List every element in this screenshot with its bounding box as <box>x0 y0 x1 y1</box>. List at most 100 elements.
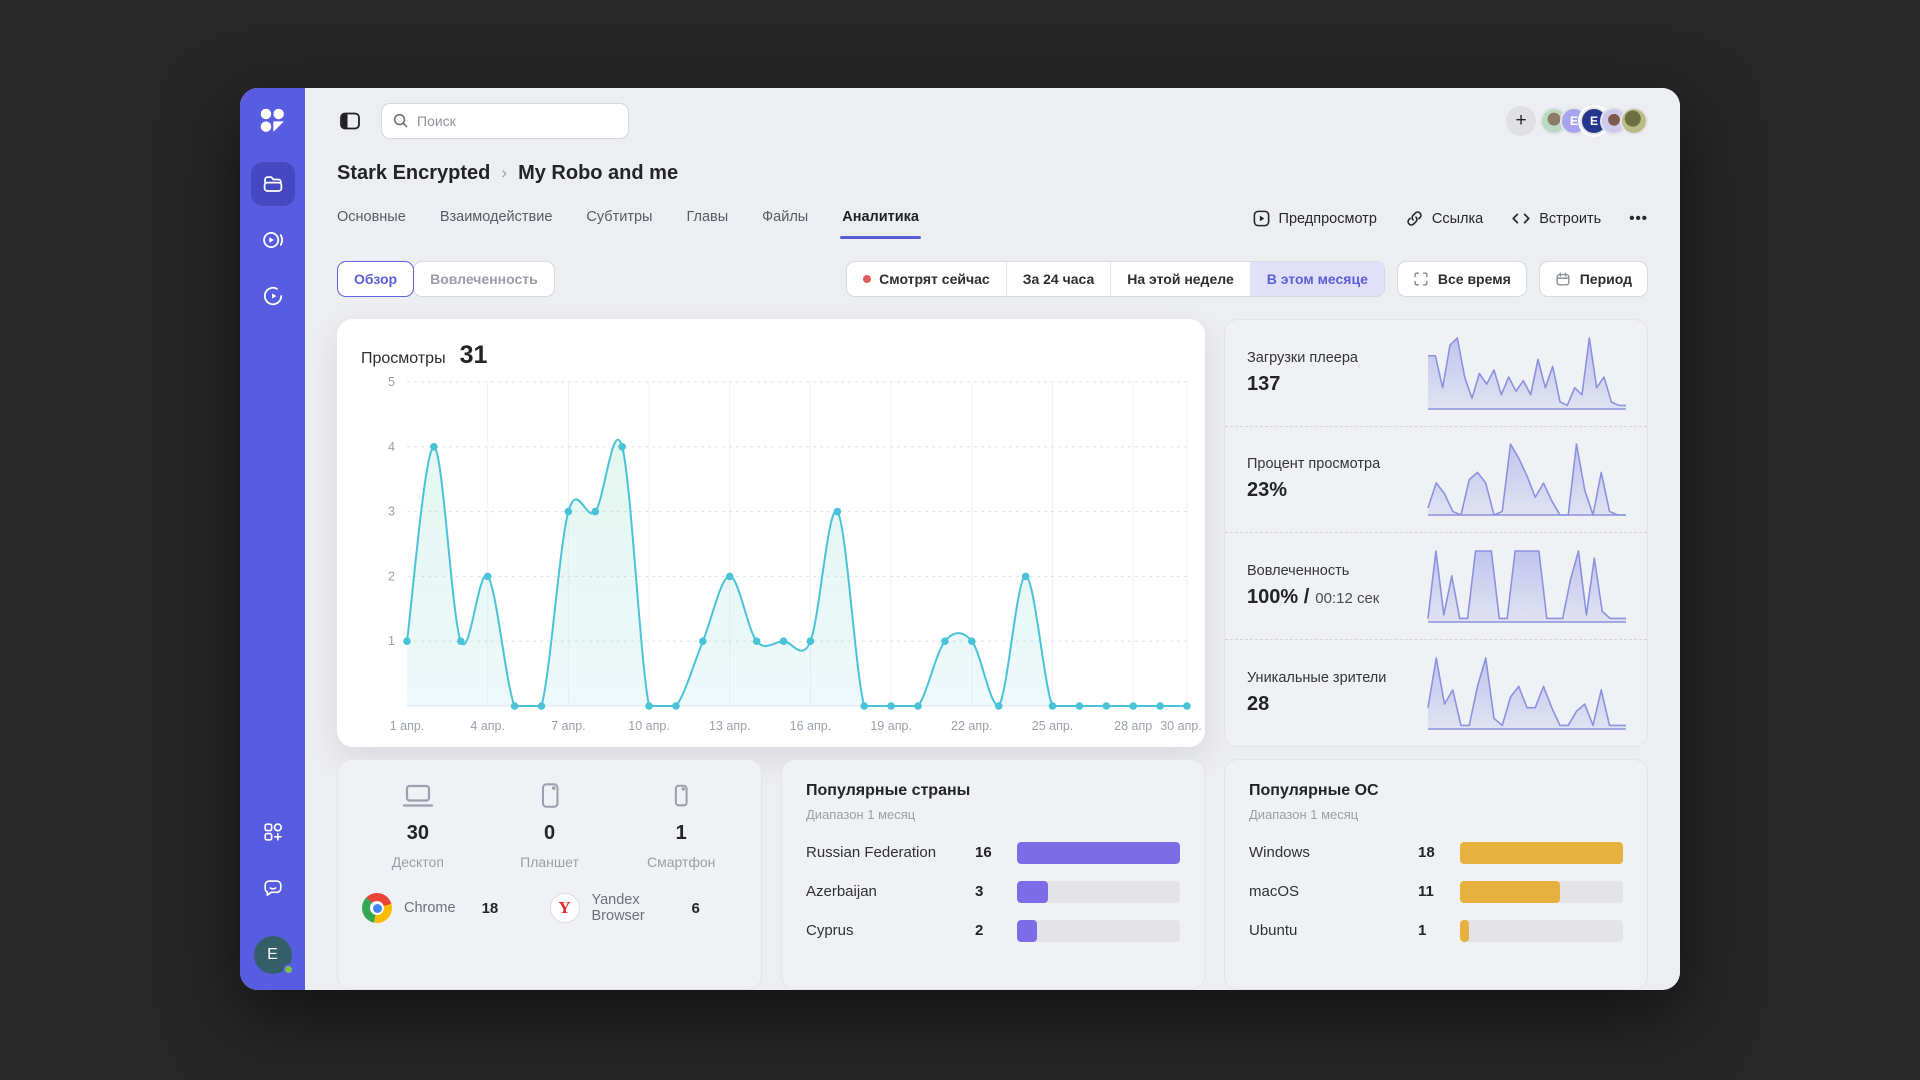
stat-value: 100% / <box>1247 586 1309 609</box>
time-range-segmented: Смотрят сейчас За 24 часа На этой неделе… <box>846 261 1385 297</box>
svg-text:22 апр.: 22 апр. <box>951 719 993 733</box>
analytics-bottom-row: 30 Десктоп 0 Планшет 1 <box>305 759 1680 990</box>
link-button[interactable]: Ссылка <box>1405 209 1483 228</box>
breadcrumb-separator: › <box>490 163 518 183</box>
country-name: Cyprus <box>806 922 975 939</box>
os-name: Ubuntu <box>1249 922 1418 939</box>
app-window: E + E E <box>240 88 1680 990</box>
country-name: Russian Federation <box>806 844 975 861</box>
svg-text:13 апр.: 13 апр. <box>709 719 751 733</box>
stat-value: 28 <box>1247 693 1269 716</box>
analytics-main-row: Просмотры 31 123451 апр.4 апр.7 апр.10 а… <box>305 319 1680 747</box>
svg-text:4 апр.: 4 апр. <box>470 719 505 733</box>
sidebar-item-live[interactable] <box>251 218 295 262</box>
os-row: macOS 11 <box>1249 881 1623 903</box>
device-tablet: 0 Планшет <box>484 782 616 870</box>
svg-text:16 апр.: 16 апр. <box>790 719 832 733</box>
tab-analytics[interactable]: Аналитика <box>842 209 919 239</box>
tab-files[interactable]: Файлы <box>762 209 808 239</box>
country-value: 3 <box>975 883 1009 900</box>
panel-title: Популярные страны <box>806 782 1180 800</box>
country-bar-track <box>1017 881 1180 903</box>
os-bar <box>1460 881 1560 903</box>
user-avatar[interactable]: E <box>254 936 292 974</box>
engagement-sparkline <box>1427 548 1627 624</box>
tab-main[interactable]: Основные <box>337 209 406 239</box>
filter-month[interactable]: В этом месяце <box>1250 262 1384 296</box>
breadcrumb: Stark Encrypted › My Robo and me <box>305 162 1680 185</box>
country-row: Russian Federation 16 <box>806 842 1180 864</box>
popular-countries-panel: Популярные страны Диапазон 1 месяц Russi… <box>781 759 1205 990</box>
embed-button[interactable]: Встроить <box>1511 210 1601 227</box>
svg-text:4: 4 <box>388 440 395 454</box>
sidebar-item-catalog[interactable] <box>251 274 295 318</box>
chrome-icon <box>362 893 392 923</box>
svg-text:1: 1 <box>388 634 395 648</box>
tablet-icon <box>536 782 564 810</box>
more-actions-button[interactable]: ••• <box>1629 210 1648 227</box>
stat-watch-percent[interactable]: Процент просмотра 23% <box>1225 426 1647 533</box>
country-value: 16 <box>975 844 1009 861</box>
device-count: 1 <box>676 822 687 845</box>
engagement-toggle-button[interactable]: Вовлеченность <box>413 261 555 297</box>
device-label: Смартфон <box>647 854 715 870</box>
browsers-row: Chrome 18 Y Yandex Browser 6 <box>352 892 747 925</box>
avatar[interactable] <box>1620 107 1648 135</box>
topbar: + E E <box>305 88 1680 154</box>
add-member-button[interactable]: + <box>1506 106 1536 136</box>
tab-interaction[interactable]: Взаимодействие <box>440 209 553 239</box>
tab-subtitles[interactable]: Субтитры <box>586 209 652 239</box>
play-circle-icon <box>259 282 287 310</box>
kinescope-logo-icon[interactable] <box>256 104 290 138</box>
country-value: 2 <box>975 922 1009 939</box>
online-status-dot <box>283 964 294 975</box>
sidebar-item-support[interactable] <box>251 866 295 910</box>
filters-row: Обзор Вовлеченность Смотрят сейчас За 24… <box>305 261 1680 297</box>
os-name: Windows <box>1249 844 1418 861</box>
preview-button[interactable]: Предпросмотр <box>1252 209 1377 228</box>
filter-week[interactable]: На этой неделе <box>1110 262 1249 296</box>
filter-24h[interactable]: За 24 часа <box>1006 262 1111 296</box>
period-button[interactable]: Период <box>1539 261 1648 297</box>
overview-toggle-button[interactable]: Обзор <box>337 261 414 297</box>
os-bar <box>1460 842 1623 864</box>
svg-text:1 апр.: 1 апр. <box>390 719 425 733</box>
views-area-chart[interactable]: 123451 апр.4 апр.7 апр.10 апр.13 апр.16 … <box>361 370 1203 742</box>
device-count: 30 <box>407 822 429 845</box>
browser-chrome: Chrome 18 <box>362 892 550 925</box>
yandex-browser-icon: Y <box>550 893 580 923</box>
smartphone-icon <box>667 782 695 810</box>
search-icon <box>392 112 409 129</box>
user-avatar-initial: E <box>267 946 278 964</box>
stat-unique-viewers[interactable]: Уникальные зрители 28 <box>1225 639 1647 746</box>
stat-engagement[interactable]: Вовлеченность 100% / 00:12 сек <box>1225 532 1647 639</box>
sidebar: E <box>240 88 305 990</box>
watch-percent-sparkline <box>1427 441 1627 517</box>
panel-subtitle: Диапазон 1 месяц <box>1249 807 1623 822</box>
os-row: Windows 18 <box>1249 842 1623 864</box>
svg-text:28 апр: 28 апр <box>1114 719 1152 733</box>
laptop-icon <box>402 782 434 810</box>
search-input[interactable] <box>417 113 618 129</box>
devices-panel: 30 Десктоп 0 Планшет 1 <box>337 759 762 990</box>
link-icon <box>1405 209 1424 228</box>
time-range-filters: Смотрят сейчас За 24 часа На этой неделе… <box>846 261 1648 297</box>
filter-live[interactable]: Смотрят сейчас <box>847 262 1006 296</box>
view-toggle: Обзор Вовлеченность <box>337 261 555 297</box>
stat-player-loads[interactable]: Загрузки плеера 137 <box>1225 320 1647 426</box>
expand-icon <box>1413 271 1429 287</box>
search-box <box>381 103 629 139</box>
sidebar-toggle-icon[interactable] <box>337 108 363 134</box>
device-smartphone: 1 Смартфон <box>615 782 747 870</box>
tab-chapters[interactable]: Главы <box>686 209 728 239</box>
video-actions: Предпросмотр Ссылка Встроить ••• <box>1252 209 1648 238</box>
content-area: + E E Stark Encrypted › My Robo and me О… <box>305 88 1680 990</box>
country-bar <box>1017 881 1048 903</box>
sidebar-item-projects[interactable] <box>251 162 295 206</box>
all-time-button[interactable]: Все время <box>1397 261 1527 297</box>
os-bar-track <box>1460 842 1623 864</box>
browser-count: 6 <box>692 900 700 917</box>
sidebar-item-integrations[interactable] <box>251 810 295 854</box>
breadcrumb-project[interactable]: Stark Encrypted <box>337 162 490 185</box>
country-bar <box>1017 842 1180 864</box>
